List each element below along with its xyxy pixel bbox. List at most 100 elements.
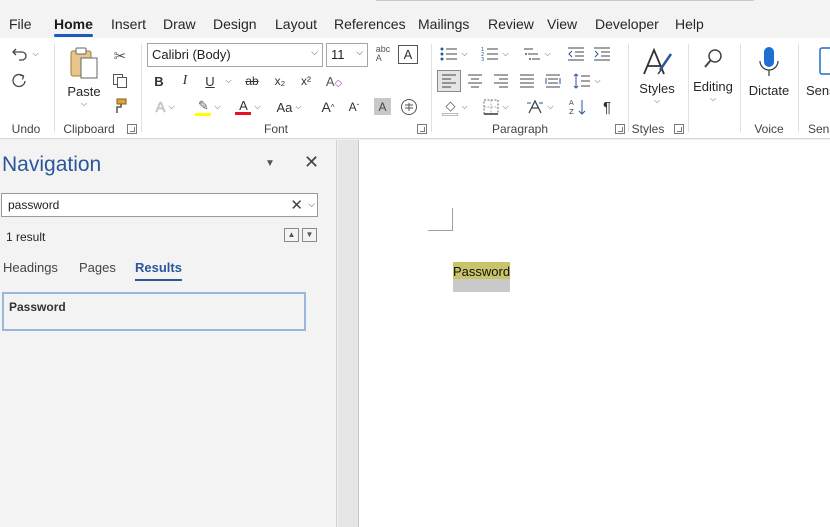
underline-dropdown[interactable]: ⌵	[221, 71, 233, 91]
tab-help[interactable]: Help	[675, 14, 704, 36]
bullets-button[interactable]: ⌵	[437, 44, 471, 64]
shading-button[interactable]: ◇ ⌵	[437, 96, 473, 118]
editing-button[interactable]: Editing ⌵	[692, 48, 734, 118]
clipboard-launcher-icon[interactable]	[127, 124, 137, 134]
tab-draw[interactable]: Draw	[163, 14, 196, 36]
show-formatting-button[interactable]: ¶	[597, 96, 617, 118]
search-result-item[interactable]: Password	[2, 292, 306, 331]
font-launcher-icon[interactable]	[417, 124, 427, 134]
superscript-button[interactable]: x²	[295, 71, 317, 91]
italic-button[interactable]: I	[176, 71, 194, 91]
caret-down-icon: ˇ	[356, 102, 360, 112]
tab-design[interactable]: Design	[213, 14, 257, 36]
tab-file[interactable]: File	[9, 14, 32, 36]
chevron-down-icon: ⌵	[225, 76, 232, 85]
next-result-button[interactable]: ▼	[302, 228, 317, 242]
copy-button[interactable]	[110, 71, 130, 91]
sensitivity-button[interactable]: Sens	[806, 46, 830, 106]
distributed-icon	[545, 74, 561, 88]
clear-search-icon[interactable]: ✕	[290, 196, 303, 214]
paste-icon	[70, 47, 98, 79]
document-text: Password	[453, 264, 511, 279]
asian-layout-button[interactable]: ⌵	[522, 96, 558, 118]
borders-button[interactable]: ⌵	[478, 96, 514, 118]
align-left-button[interactable]	[437, 70, 461, 92]
grow-font-button[interactable]: A ^	[318, 96, 338, 118]
tab-headings[interactable]: Headings	[3, 260, 58, 275]
styles-label: Styles	[639, 81, 675, 96]
font-size-combo[interactable]: 11 ⌵	[326, 43, 368, 67]
decrease-indent-button[interactable]	[565, 44, 587, 64]
previous-result-button[interactable]: ▲	[284, 228, 299, 242]
multilevel-list-button[interactable]: ⌵	[520, 44, 554, 64]
result-count: 1 result	[6, 230, 46, 244]
chevron-down-icon: ⌵	[461, 102, 468, 111]
undo-button[interactable]: ⌵	[8, 44, 42, 64]
search-input[interactable]	[2, 194, 272, 216]
asian-layout-icon	[527, 99, 544, 114]
paste-button[interactable]: Paste ⌵	[64, 46, 104, 118]
sensitivity-icon	[819, 47, 830, 75]
group-label-undo: Undo	[11, 122, 41, 136]
font-color-button[interactable]: A ⌵	[230, 96, 266, 118]
tab-insert[interactable]: Insert	[111, 14, 146, 36]
increase-indent-button[interactable]	[591, 44, 613, 64]
redo-button[interactable]	[8, 70, 30, 92]
numbering-button[interactable]: 123 ⌵	[478, 44, 512, 64]
format-painter-icon	[116, 98, 127, 113]
shrink-font-icon: A	[348, 100, 357, 114]
align-center-button[interactable]	[464, 70, 486, 92]
paragraph-launcher-icon[interactable]	[615, 124, 625, 134]
subscript-button[interactable]: x₂	[269, 71, 291, 91]
sort-button[interactable]: AZ	[567, 96, 589, 118]
tab-layout[interactable]: Layout	[275, 14, 317, 36]
pane-options-chevron-icon[interactable]: ▼	[265, 158, 275, 169]
group-label-clipboard: Clipboard	[63, 122, 115, 136]
tab-developer[interactable]: Developer	[595, 14, 659, 36]
enclose-characters-button[interactable]	[399, 97, 419, 117]
clear-formatting-button[interactable]: A	[398, 45, 418, 64]
numbering-icon: 123	[481, 47, 499, 61]
font-name-combo[interactable]: Calibri (Body) ⌵	[147, 43, 323, 67]
document-page[interactable]	[358, 140, 830, 527]
ribbon-tab-bar: File Home Insert Draw Design Layout Refe…	[0, 0, 830, 38]
tab-review[interactable]: Review	[488, 14, 534, 36]
cut-button[interactable]: ✂	[110, 46, 130, 66]
svg-text:3: 3	[481, 57, 484, 61]
character-shading-button[interactable]: A	[374, 98, 391, 115]
group-separator	[740, 44, 741, 132]
highlighted-search-match[interactable]: Password	[453, 262, 510, 292]
bold-button[interactable]: B	[150, 71, 168, 91]
chevron-down-icon: ⌵	[502, 102, 509, 111]
text-effects-button[interactable]: A ⌵	[150, 96, 180, 118]
tab-view[interactable]: View	[547, 14, 577, 36]
justify-button[interactable]	[516, 70, 538, 92]
chevron-down-icon: ⌵	[168, 102, 175, 111]
navigation-search-box[interactable]: ✕ ⌵	[1, 193, 318, 217]
styles-launcher-icon[interactable]	[674, 124, 684, 134]
align-right-button[interactable]	[490, 70, 512, 92]
highlight-color-button[interactable]: ✎ ⌵	[190, 96, 226, 118]
search-options-chevron-icon[interactable]: ⌵	[308, 199, 315, 210]
format-painter-button[interactable]	[110, 96, 130, 116]
scissors-icon: ✂	[113, 48, 127, 65]
change-case-button[interactable]: Aa ⌵	[274, 96, 304, 118]
dictate-label: Dictate	[748, 83, 790, 98]
distributed-button[interactable]	[542, 70, 564, 92]
text-effects-clear-button[interactable]: A◇	[323, 71, 345, 91]
chevron-down-icon: ⌵	[653, 96, 661, 105]
styles-button[interactable]: Styles ⌵	[636, 46, 678, 118]
shrink-font-button[interactable]: Aˇ	[344, 96, 364, 118]
chevron-down-icon: ⌵	[295, 102, 302, 111]
spelling-button[interactable]: abc A	[372, 44, 394, 64]
dictate-button[interactable]: Dictate	[746, 46, 792, 106]
tab-home[interactable]: Home	[54, 14, 93, 37]
tab-mailings[interactable]: Mailings	[418, 14, 469, 36]
tab-pages[interactable]: Pages	[79, 260, 116, 275]
close-icon[interactable]: ✕	[304, 152, 319, 173]
tab-results[interactable]: Results	[135, 260, 182, 281]
line-spacing-button[interactable]: ⌵	[570, 70, 604, 92]
tab-references[interactable]: References	[334, 14, 406, 36]
strikethrough-button[interactable]: ab	[241, 71, 263, 91]
underline-button[interactable]: U	[200, 71, 220, 91]
